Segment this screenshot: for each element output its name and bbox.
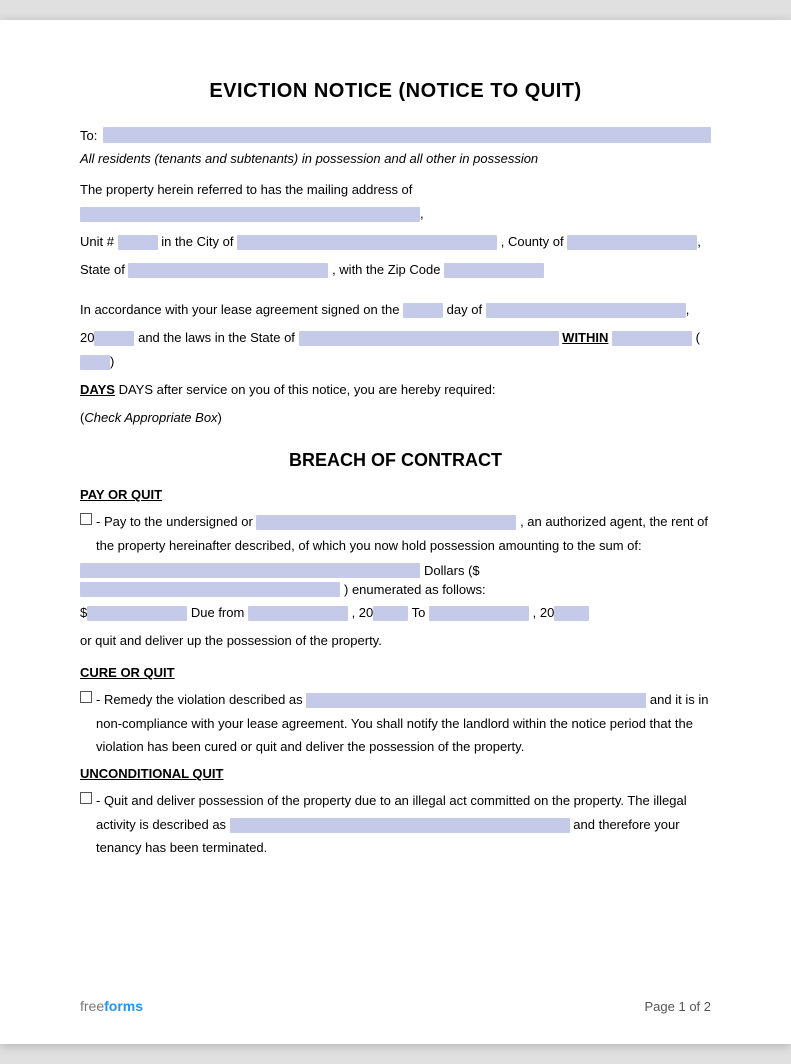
unconditional-quit-content: - Quit and deliver possession of the pro…: [96, 789, 711, 859]
pay-or-quit-content: - Pay to the undersigned or , an authori…: [96, 510, 711, 557]
due-amount-field[interactable]: [87, 606, 187, 621]
cure-or-quit-section: CURE OR QUIT - Remedy the violation desc…: [80, 665, 711, 758]
brand-logo: freeforms: [80, 998, 143, 1014]
county-label: , County of: [501, 234, 564, 249]
document-title: EVICTION NOTICE (NOTICE TO QUIT): [80, 80, 711, 103]
dollars-close: ) enumerated as follows:: [344, 582, 486, 597]
address-block: The property herein referred to has the …: [80, 178, 711, 226]
unit-city-row: Unit # in the City of , County of ,: [80, 230, 711, 254]
dollars-row: Dollars ($ ) enumerated as follows:: [80, 563, 711, 597]
days-text-row: DAYS DAYS after service on you of this n…: [80, 378, 711, 402]
zip-field[interactable]: [444, 263, 544, 278]
pay-or-quit-section: PAY OR QUIT - Pay to the undersigned or …: [80, 487, 711, 653]
city-label: in the City of: [161, 234, 233, 249]
unconditional-quit-label: UNCONDITIONAL QUIT: [80, 766, 711, 781]
pay-text-1: - Pay to the undersigned or: [96, 514, 253, 529]
state-zip-row: State of , with the Zip Code: [80, 258, 711, 282]
document-page: EVICTION NOTICE (NOTICE TO QUIT) To: All…: [0, 20, 791, 1044]
due-to-date-field[interactable]: [429, 606, 529, 621]
check-box-note: (Check Appropriate Box): [80, 406, 711, 430]
due-from-date-field[interactable]: [248, 606, 348, 621]
lease-laws-label: and the laws in the State of: [138, 330, 295, 345]
to-label-2: To: [412, 605, 426, 620]
check-box-note-text: (Check Appropriate Box): [80, 410, 222, 425]
lease-day-label: day of: [447, 302, 482, 317]
city-field[interactable]: [237, 235, 497, 250]
lease-text-1: In accordance with your lease agreement …: [80, 302, 399, 317]
unit-label: Unit #: [80, 234, 114, 249]
within-days-field[interactable]: [612, 331, 692, 346]
footer: freeforms Page 1 of 2: [80, 998, 711, 1014]
to-field[interactable]: [103, 127, 711, 143]
days-bold-label: DAYS: [80, 382, 115, 397]
state-field[interactable]: [128, 263, 328, 278]
lease-state-field[interactable]: [299, 331, 559, 346]
cure-text-1: - Remedy the violation described as: [96, 692, 303, 707]
page-number: Page 1 of 2: [645, 999, 712, 1014]
due-comma-1: , 20: [352, 605, 374, 620]
dollars-amount-field[interactable]: [80, 582, 340, 597]
within-paren-field[interactable]: [80, 355, 110, 370]
days-after-text: DAYS after service on you of this notice…: [119, 382, 496, 397]
section-title: BREACH OF CONTRACT: [80, 450, 711, 471]
quit-deliver-text: or quit and deliver up the possession of…: [80, 633, 382, 648]
quit-deliver-row: or quit and deliver up the possession of…: [80, 629, 711, 653]
lease-month-field[interactable]: [486, 303, 686, 318]
unconditional-quit-checkbox[interactable]: [80, 792, 92, 804]
to-row: To:: [80, 127, 711, 143]
brand-free: free: [80, 998, 104, 1014]
illegal-activity-field[interactable]: [230, 818, 570, 833]
pay-or-quit-checkbox-row: - Pay to the undersigned or , an authori…: [80, 510, 711, 557]
lease-paragraph: In accordance with your lease agreement …: [80, 298, 711, 322]
lease-20-label: 20: [80, 330, 94, 345]
pay-or-quit-label: PAY OR QUIT: [80, 487, 711, 502]
due-comma-2: , 20: [533, 605, 555, 620]
cure-or-quit-content: - Remedy the violation described as and …: [96, 688, 711, 758]
brand-forms: forms: [104, 998, 143, 1014]
within-label: WITHIN: [562, 330, 608, 345]
unit-number-field[interactable]: [118, 235, 158, 250]
dollars-amount-words-field[interactable]: [80, 563, 420, 578]
due-from-text: Due from: [191, 605, 244, 620]
due-to-year-field[interactable]: [554, 606, 589, 621]
address-intro-text: The property herein referred to has the …: [80, 182, 412, 197]
pay-or-quit-checkbox[interactable]: [80, 513, 92, 525]
lease-year-field[interactable]: [94, 331, 134, 346]
cure-or-quit-label: CURE OR QUIT: [80, 665, 711, 680]
unconditional-quit-checkbox-row: - Quit and deliver possession of the pro…: [80, 789, 711, 859]
lease-day-field[interactable]: [403, 303, 443, 318]
dollars-label: Dollars ($: [424, 563, 480, 578]
county-field[interactable]: [567, 235, 697, 250]
state-label: State of: [80, 262, 125, 277]
mailing-address-field[interactable]: [80, 207, 420, 222]
due-from-year-field[interactable]: [373, 606, 408, 621]
cure-violation-field[interactable]: [306, 693, 646, 708]
unconditional-quit-section: UNCONDITIONAL QUIT - Quit and deliver po…: [80, 766, 711, 859]
cure-or-quit-checkbox-row: - Remedy the violation described as and …: [80, 688, 711, 758]
due-from-row: $ Due from , 20 To , 20: [80, 601, 711, 625]
due-dollar-sign: $: [80, 605, 87, 620]
italic-note: All residents (tenants and subtenants) i…: [80, 151, 711, 166]
to-label: To:: [80, 128, 97, 143]
zip-label: , with the Zip Code: [332, 262, 440, 277]
authorized-agent-field[interactable]: [256, 515, 516, 530]
cure-or-quit-checkbox[interactable]: [80, 691, 92, 703]
lease-year-row: 20 and the laws in the State of WITHIN (…: [80, 326, 711, 374]
